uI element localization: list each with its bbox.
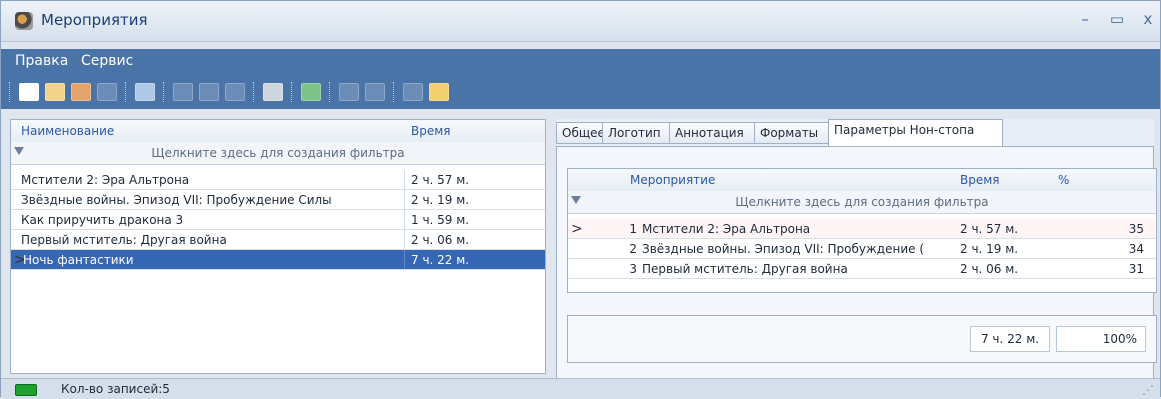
toolbar-separator	[125, 82, 128, 102]
column-divider	[404, 250, 405, 269]
column-divider	[404, 230, 405, 249]
row-percent: 31	[1128, 262, 1144, 276]
row-name: Первый мститель: Другая война	[21, 233, 227, 247]
grid-header: Мероприятие Время %	[568, 169, 1156, 192]
filter-row[interactable]: Щелкните здесь для создания фильтра	[568, 191, 1156, 214]
row-name: Мстители 2: Эра Альтрона	[21, 173, 190, 187]
row-name: Как приручить дракона 3	[21, 213, 184, 227]
main-window: Мероприятия – ▭ x Правка Сервис Наименов	[0, 0, 1161, 399]
close-button[interactable]: x	[1138, 9, 1158, 29]
tab-annotation[interactable]: Аннотация	[669, 122, 755, 144]
table-row[interactable]: 2 Звёздные войны. Эпизод VII: Пробуждени…	[568, 239, 1156, 259]
excel-icon[interactable]	[301, 83, 321, 101]
window-title: Мероприятия	[41, 11, 148, 29]
row-time: 2 ч. 19 м.	[960, 242, 1019, 256]
column-header-event[interactable]: Мероприятие	[630, 173, 950, 187]
new-icon[interactable]	[19, 83, 39, 101]
table-row-selected[interactable]: > Ночь фантастики 7 ч. 22 м.	[11, 250, 545, 270]
row-time: 1 ч. 59 м.	[411, 213, 470, 227]
tab-general[interactable]: Общее	[556, 122, 605, 144]
row-time: 2 ч. 19 м.	[411, 193, 470, 207]
tab-logo[interactable]: Логотип	[602, 122, 670, 144]
records-count: Кол-во записей:5	[61, 382, 170, 396]
delete-icon[interactable]	[71, 83, 91, 101]
toolbar-separator	[253, 82, 256, 102]
filter-hint: Щелкните здесь для создания фильтра	[151, 146, 405, 160]
row-number: 1	[629, 222, 637, 236]
row-time: 2 ч. 57 м.	[411, 173, 470, 187]
settings-icon[interactable]	[365, 83, 385, 101]
copy-icon[interactable]	[173, 83, 193, 101]
column-header-percent[interactable]: %	[1058, 173, 1098, 187]
row-event: Звёздные войны. Эпизод VII: Пробуждение …	[642, 242, 925, 256]
print-icon[interactable]	[263, 83, 283, 101]
tab-content: Мероприятие Время % Щелкните здесь для с…	[556, 146, 1157, 380]
table-row[interactable]: > 1 Мстители 2: Эра Альтрона 2 ч. 57 м. …	[568, 219, 1156, 239]
row-event: Первый мститель: Другая война	[642, 262, 848, 276]
toolbar-separator	[291, 82, 294, 102]
row-number: 3	[629, 262, 637, 276]
column-header-time[interactable]: Время	[960, 173, 1050, 187]
status-indicator-icon	[15, 384, 37, 396]
edit-icon[interactable]	[45, 83, 65, 101]
table-row[interactable]: Первый мститель: Другая война 2 ч. 06 м.	[11, 230, 545, 250]
row-time: 2 ч. 06 м.	[411, 233, 470, 247]
column-divider	[404, 210, 405, 229]
row-event: Мстители 2: Эра Альтрона	[642, 222, 811, 236]
table-row[interactable]: Мстители 2: Эра Альтрона 2 ч. 57 м.	[11, 170, 545, 190]
menu-bar: Правка Сервис	[1, 49, 1160, 75]
grid-header: Наименование Время	[11, 120, 545, 143]
table-row[interactable]: Звёздные войны. Эпизод VII: Пробуждение …	[11, 190, 545, 210]
menu-edit[interactable]: Правка	[15, 53, 68, 69]
export-icon[interactable]	[225, 83, 245, 101]
folder-icon[interactable]	[429, 83, 449, 101]
filter-row[interactable]: Щелкните здесь для создания фильтра	[11, 142, 545, 165]
column-header-name[interactable]: Наименование	[21, 124, 401, 138]
filter-hint: Щелкните здесь для создания фильтра	[735, 195, 989, 209]
row-percent: 35	[1128, 222, 1144, 236]
edit2-icon[interactable]	[199, 83, 219, 101]
row-name: Ночь фантастики	[23, 253, 134, 267]
status-bar: Кол-во записей:5 ⋰	[1, 378, 1160, 399]
row-time: 2 ч. 06 м.	[960, 262, 1019, 276]
tab-nonstop-params[interactable]: Параметры Нон-стопа	[828, 119, 1003, 147]
refresh-icon[interactable]	[135, 83, 155, 101]
column-divider	[404, 170, 405, 189]
column-header-time[interactable]: Время	[411, 124, 531, 138]
disabled-icon[interactable]	[97, 83, 117, 101]
table-row[interactable]: 3 Первый мститель: Другая война 2 ч. 06 …	[568, 259, 1156, 279]
minimize-button[interactable]: –	[1075, 9, 1095, 29]
grid-icon[interactable]	[339, 83, 359, 101]
totals-footer: 7 ч. 22 м. 100%	[567, 315, 1157, 363]
events-grid: Наименование Время Щелкните здесь для со…	[10, 119, 546, 374]
nonstop-grid: Мероприятие Время % Щелкните здесь для с…	[567, 168, 1157, 293]
toolbar-separator	[329, 82, 332, 102]
toolbar-separator	[393, 82, 396, 102]
toolbar-separator	[9, 82, 12, 102]
row-percent: 34	[1128, 242, 1144, 256]
title-bar: Мероприятия – ▭ x	[1, 1, 1160, 42]
menu-service[interactable]: Сервис	[81, 53, 133, 69]
table-row[interactable]: Как приручить дракона 3 1 ч. 59 м.	[11, 210, 545, 230]
resize-grip-icon[interactable]: ⋰	[1142, 383, 1154, 397]
row-name: Звёздные войны. Эпизод VII: Пробуждение …	[21, 193, 332, 207]
details-panel: Общее Логотип Аннотация Форматы Параметр…	[556, 119, 1157, 381]
toolbar-separator	[163, 82, 166, 102]
row-time: 7 ч. 22 м.	[411, 253, 470, 267]
app-icon	[15, 12, 33, 30]
row-indicator-icon: >	[571, 221, 583, 237]
toolbar	[1, 75, 1160, 109]
total-percent: 100%	[1056, 326, 1146, 352]
total-time: 7 ч. 22 м.	[970, 326, 1050, 352]
column-divider	[404, 190, 405, 209]
tab-formats[interactable]: Форматы	[754, 122, 829, 144]
maximize-button[interactable]: ▭	[1107, 9, 1127, 29]
row-time: 2 ч. 57 м.	[960, 222, 1019, 236]
trash-icon[interactable]	[403, 83, 423, 101]
row-number: 2	[629, 242, 637, 256]
